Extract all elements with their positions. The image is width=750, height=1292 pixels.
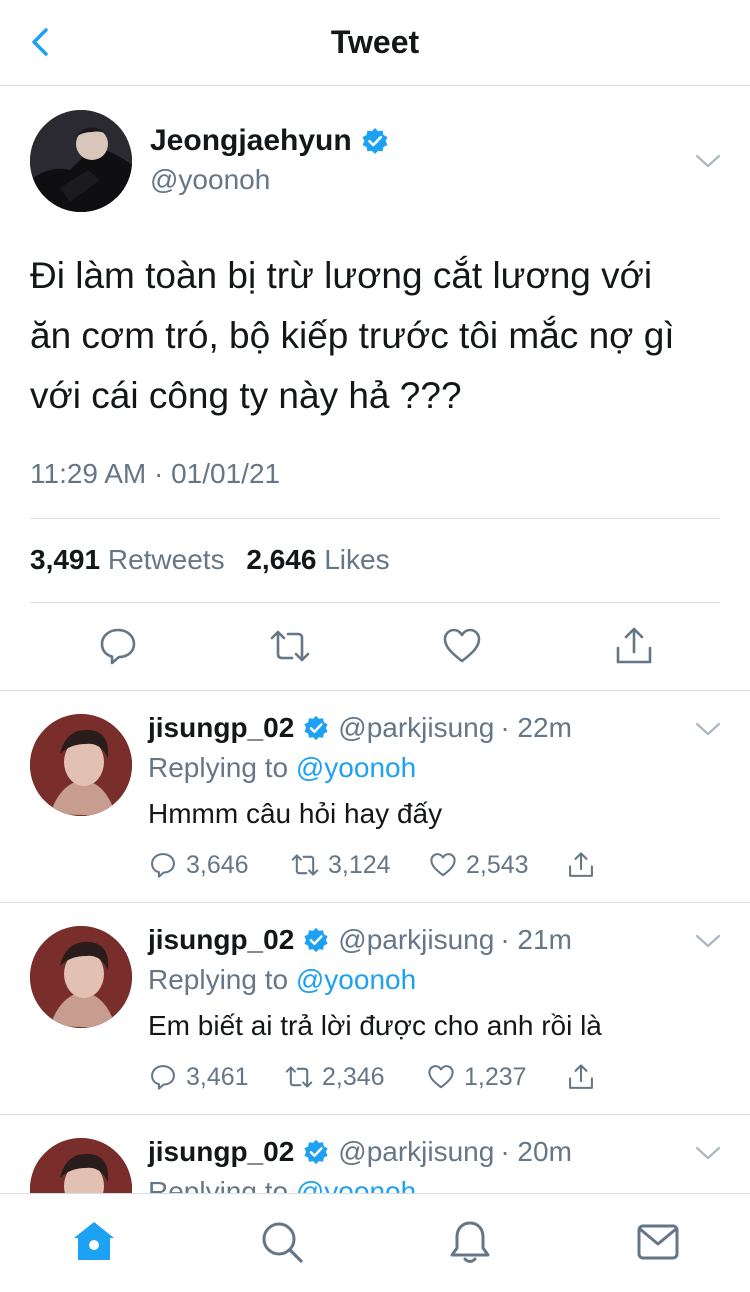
reply-author-handle[interactable]: @parkjisung <box>338 712 494 744</box>
retweets-count[interactable]: 3,491 <box>30 544 100 575</box>
page-title: Tweet <box>330 24 420 60</box>
top-bar: Tweet <box>0 0 750 86</box>
replying-to-label: Replying to <box>148 1176 296 1193</box>
share-icon <box>569 852 593 877</box>
retweets-label[interactable]: Retweets <box>108 544 225 575</box>
reply-time: · 22m <box>500 712 572 743</box>
share-icon <box>569 1064 593 1089</box>
reply-author-name[interactable]: jisungp_02 <box>148 712 294 744</box>
reply-icon[interactable] <box>96 624 140 668</box>
replying-to-label: Replying to <box>148 752 296 783</box>
reply-tweet[interactable]: jisungp_02 @parkjisung · 20m Replying to… <box>0 1114 750 1193</box>
verified-badge-icon <box>304 715 328 741</box>
reply-button[interactable]: 3,461 <box>148 1062 284 1092</box>
retweet-button[interactable]: 2,346 <box>284 1062 426 1092</box>
replying-to: Replying to @yoonoh <box>148 1176 416 1193</box>
tweet-text-line: ăn cơm tró, bộ kiếp trước tôi mắc nợ gì <box>30 315 675 356</box>
reply-icon <box>151 1065 175 1090</box>
replying-to: Replying to @yoonoh <box>148 964 416 996</box>
reply-author-name[interactable]: jisungp_02 <box>148 1136 294 1168</box>
verified-badge-icon <box>304 1139 328 1165</box>
chevron-down-icon[interactable] <box>694 1144 722 1162</box>
retweet-icon <box>291 854 319 876</box>
home-icon[interactable] <box>70 1218 118 1266</box>
replying-to: Replying to @yoonoh <box>148 752 416 784</box>
like-icon <box>428 1065 454 1089</box>
notifications-icon[interactable] <box>446 1218 494 1266</box>
share-icon[interactable] <box>612 624 656 668</box>
divider <box>30 518 720 519</box>
likes-count[interactable]: 2,646 <box>246 544 316 575</box>
reply-count: 3,646 <box>186 850 249 879</box>
like-icon[interactable] <box>440 624 484 668</box>
reply-actions: 3,461 2,346 1,237 <box>148 1062 604 1092</box>
verified-badge-icon <box>304 927 328 953</box>
avatar[interactable] <box>30 1138 132 1193</box>
reply-author-handle[interactable]: @parkjisung <box>338 924 494 956</box>
chevron-down-icon[interactable] <box>694 932 722 950</box>
reply-tweet[interactable]: jisungp_02 @parkjisung · 22m Replying to… <box>0 690 750 902</box>
likes-label[interactable]: Likes <box>324 544 389 575</box>
chevron-down-icon[interactable] <box>694 720 722 738</box>
chevron-down-icon[interactable] <box>694 152 722 170</box>
retweet-button[interactable]: 3,124 <box>290 850 428 880</box>
share-button[interactable] <box>566 1062 604 1092</box>
reply-author-name[interactable]: jisungp_02 <box>148 924 294 956</box>
avatar[interactable] <box>30 110 132 212</box>
retweet-icon <box>285 1066 313 1088</box>
like-count: 2,543 <box>466 850 529 879</box>
replying-to-label: Replying to <box>148 964 296 995</box>
author-name[interactable]: Jeongjaehyun <box>150 124 352 158</box>
messages-icon[interactable] <box>634 1218 682 1266</box>
retweet-icon[interactable] <box>268 624 312 668</box>
replying-to-mention[interactable]: @yoonoh <box>296 964 416 995</box>
like-count: 1,237 <box>464 1062 527 1091</box>
like-icon <box>430 853 456 877</box>
like-button[interactable]: 2,543 <box>428 850 566 880</box>
verified-badge-icon <box>362 128 388 154</box>
reply-time: · 20m <box>500 1136 572 1167</box>
reply-icon <box>151 853 175 878</box>
reply-tweet[interactable]: jisungp_02 @parkjisung · 21m Replying to… <box>0 902 750 1114</box>
divider <box>30 602 720 603</box>
tweet-text: Đi làm toàn bị trừ lương cắt lương với ă… <box>30 246 720 426</box>
author-handle[interactable]: @yoonoh <box>150 164 270 196</box>
retweet-count: 3,124 <box>328 850 391 879</box>
reply-author-handle[interactable]: @parkjisung <box>338 1136 494 1168</box>
avatar[interactable] <box>30 714 132 816</box>
reply-actions: 3,646 3,124 2,543 <box>148 850 604 880</box>
like-button[interactable]: 1,237 <box>426 1062 566 1092</box>
tweet-timestamp: 11:29 AM · 01/01/21 <box>30 458 281 489</box>
reply-text: Hmmm câu hỏi hay đấy <box>148 798 443 829</box>
avatar[interactable] <box>30 926 132 1028</box>
tweet-text-line: với cái công ty này hả ??? <box>30 375 462 416</box>
tweet-text-line: Đi làm toàn bị trừ lương cắt lương với <box>30 255 653 296</box>
retweet-count: 2,346 <box>322 1062 385 1091</box>
replying-to-mention[interactable]: @yoonoh <box>296 752 416 783</box>
share-button[interactable] <box>566 850 604 880</box>
search-icon[interactable] <box>258 1218 306 1266</box>
reply-text: Em biết ai trả lời được cho anh rồi là <box>148 1010 602 1041</box>
reply-time: · 21m <box>500 924 572 955</box>
reply-count: 3,461 <box>186 1062 249 1091</box>
reply-button[interactable]: 3,646 <box>148 850 290 880</box>
bottom-tab-bar <box>0 1193 750 1292</box>
replying-to-mention[interactable]: @yoonoh <box>296 1176 416 1193</box>
tweet-stats: 3,491 Retweets 2,646 Likes <box>30 544 404 576</box>
